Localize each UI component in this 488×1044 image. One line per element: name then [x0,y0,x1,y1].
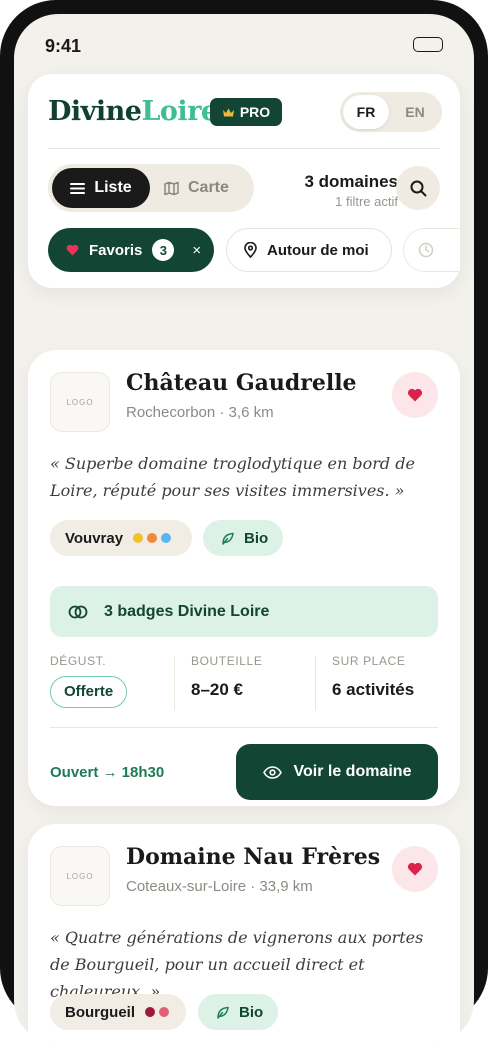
app-screen: 9:41 DivineLoire PRO FR EN Liste Carte 3… [14,14,474,1044]
view-map-label: Carte [188,179,229,196]
stat-tasting-label: DÉGUST. [50,654,107,668]
leaf-icon [222,532,234,545]
favorites-count-badge: 3 [152,239,175,261]
stat-bottle-value: 8–20 € [191,680,243,699]
stat-onsite-value: 6 activités [332,680,415,699]
results-count: 3 domaines [304,172,398,191]
domain-location: Rochecorbon · 3,6 km [126,404,274,421]
filter-chips: Favoris 3 × Autour de moi [48,228,460,274]
list-icon [70,182,86,194]
bio-tag: Bio [203,520,283,556]
badges-banner[interactable]: 3 badges Divine Loire [50,586,438,637]
wine-dot [161,533,172,543]
location-pin-icon [244,242,257,258]
lang-option-en[interactable]: EN [392,95,438,129]
wine-dot [147,533,158,543]
bio-label: Bio [244,529,269,547]
brand-logo: DivineLoire [48,96,218,127]
eye-icon [262,765,282,779]
opening-status: Ouvert → 18h30 [50,764,165,781]
linked-rings-icon [68,605,88,618]
leaf-icon [217,1006,229,1019]
wine-dot [159,1007,169,1017]
crown-icon [222,108,234,116]
stat-divider [315,656,316,710]
heart-icon [407,862,423,876]
view-list-button[interactable]: Liste [52,168,150,208]
domain-card[interactable]: LOGO Château Gaudrelle Rochecorbon · 3,6… [28,350,460,806]
card-divider [50,727,438,728]
domain-logo-placeholder: LOGO [50,846,110,906]
pro-badge: PRO [210,98,282,126]
active-filters-count: 1 filtre actif [335,194,398,209]
brand-logo-part1: Divine [48,96,142,127]
view-domain-label: Voir le domaine [293,763,412,780]
domain-logo-placeholder: LOGO [50,372,110,432]
appellation-tag: Bourgueil [50,994,186,1030]
badges-label: 3 badges Divine Loire [104,602,270,620]
lang-option-fr[interactable]: FR [343,95,389,129]
stat-bottle: BOUTEILLE 8–20 € [191,654,262,700]
appellation-label: Vouvray [65,529,124,547]
status-time: 9:41 [45,36,82,56]
bio-label: Bio [239,1003,264,1021]
hours-filter-chip[interactable] [403,228,460,272]
domain-location: Coteaux-sur-Loire · 33,9 km [126,878,313,895]
domain-card[interactable]: LOGO Domaine Nau Frères Coteaux-sur-Loir… [28,824,460,1044]
wine-dot [133,533,144,543]
stat-divider [174,656,175,710]
view-map-button[interactable]: Carte [158,168,250,208]
nearby-filter-label: Autour de moi [267,241,369,259]
language-switch: FR EN [340,92,442,132]
appellation-label: Bourgueil [65,1003,135,1021]
heart-icon [407,388,423,402]
map-icon [164,181,179,195]
pro-label: PRO [239,104,271,120]
appellation-tag: Vouvray [50,520,192,556]
view-list-label: Liste [94,179,132,196]
clock-icon [418,242,434,258]
domain-name: Château Gaudrelle [126,370,357,396]
wine-color-dots [133,533,172,543]
view-domain-button[interactable]: Voir le domaine [236,744,438,800]
brand-logo-part2: Loire [141,96,218,127]
stat-bottle-label: BOUTEILLE [191,654,263,668]
nearby-filter-chip[interactable]: Autour de moi [226,228,392,272]
bio-tag: Bio [198,994,278,1030]
favorite-button[interactable] [392,846,438,892]
view-toggle: Liste Carte [48,164,254,212]
header-card: DivineLoire PRO FR EN Liste Carte 3 doma… [28,74,460,288]
domain-name: Domaine Nau Frères [126,844,381,870]
wine-color-dots [145,1007,169,1017]
stat-onsite-label: SUR PLACE [332,654,406,668]
remove-filter-icon[interactable]: × [192,242,201,259]
header-divider [48,148,440,149]
favorites-filter-chip[interactable]: Favoris 3 × [48,228,214,272]
search-icon [410,180,426,196]
battery-icon [413,37,443,52]
stat-tasting: DÉGUST. Offerte [50,654,128,708]
domain-quote: « Superbe domaine troglodytique en bord … [50,454,415,500]
favorites-filter-label: Favoris [89,241,143,259]
heart-icon [66,244,79,256]
search-button[interactable] [396,166,440,210]
stat-onsite: SUR PLACE 6 activités [332,654,414,700]
domain-quote: « Quatre générations de vignerons aux po… [50,928,424,1001]
phone-frame: 9:41 DivineLoire PRO FR EN Liste Carte 3… [0,0,488,1044]
domain-stats: DÉGUST. Offerte BOUTEILLE 8–20 € SUR PLA… [50,654,438,710]
stat-tasting-value: Offerte [50,676,128,708]
favorite-button[interactable] [392,372,438,418]
wine-dot [145,1007,155,1017]
